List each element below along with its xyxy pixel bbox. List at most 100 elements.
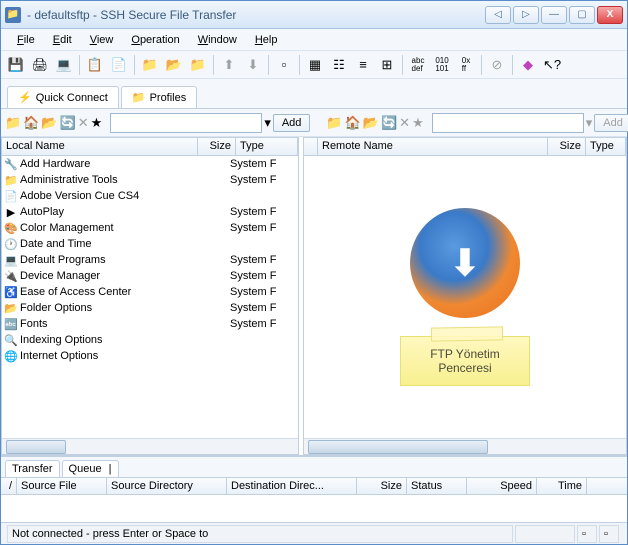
down-arrow-icon[interactable]: ⬇ <box>242 54 264 76</box>
transfer-col-7[interactable]: Time <box>537 478 587 494</box>
transfer-headers: /Source FileSource DirectoryDestination … <box>1 477 627 495</box>
remote-refresh-icon[interactable]: 🔄 <box>381 112 397 134</box>
file-row[interactable]: 🔌Device ManagerSystem F <box>2 268 298 284</box>
view1-icon[interactable]: ▦ <box>304 54 326 76</box>
transfer-col-2[interactable]: Source Directory <box>107 478 227 494</box>
profiles-tab[interactable]: 📁 Profiles <box>121 86 197 108</box>
local-up-icon[interactable]: 📁 <box>5 112 21 134</box>
scrollbar-thumb[interactable] <box>308 440 488 454</box>
copy-icon[interactable]: 📋 <box>84 54 106 76</box>
transfer-col-4[interactable]: Size <box>357 478 407 494</box>
stop-icon[interactable]: ⊘ <box>486 54 508 76</box>
navigation-bar: 📁 🏠 📂 🔄 ✕ ★ ▾ Add 📁 🏠 📂 🔄 ✕ ★ ▾ Add <box>1 109 627 137</box>
menu-window[interactable]: Window <box>190 32 245 48</box>
file-row[interactable]: 🔧Add HardwareSystem F <box>2 156 298 172</box>
file-row[interactable]: 🔍Indexing Options <box>2 332 298 348</box>
connect-icon[interactable]: 💻 <box>53 54 75 76</box>
quick-connect-tab[interactable]: ⚡ Quick Connect <box>7 86 119 108</box>
local-dropdown-icon[interactable]: ▾ <box>264 112 271 134</box>
scrollbar-thumb[interactable] <box>6 440 66 454</box>
view2-icon[interactable]: ☷ <box>328 54 350 76</box>
file-type: System F <box>230 174 276 186</box>
file-type: System F <box>230 222 276 234</box>
folder2-icon[interactable]: 📂 <box>163 54 185 76</box>
file-icon: 📄 <box>4 189 18 203</box>
connection-tabs: ⚡ Quick Connect 📁 Profiles <box>1 79 627 109</box>
menu-file[interactable]: File <box>9 32 43 48</box>
remote-col-size[interactable]: Size <box>548 138 586 155</box>
file-row[interactable]: 🕐Date and Time <box>2 236 298 252</box>
separator <box>134 55 135 75</box>
print-icon[interactable]: 🖨 <box>29 54 51 76</box>
file-row[interactable]: ▶AutoPlaySystem F <box>2 204 298 220</box>
text2-icon[interactable]: 010101 <box>431 54 453 76</box>
local-delete-icon[interactable]: ✕ <box>78 112 89 134</box>
paste-icon[interactable]: 📄 <box>108 54 130 76</box>
help-icon[interactable]: ◆ <box>517 54 539 76</box>
transfer-tab[interactable]: Transfer <box>5 460 60 477</box>
local-col-type[interactable]: Type <box>236 138 298 155</box>
remote-up-icon[interactable]: 📁 <box>326 112 342 134</box>
text1-icon[interactable]: abcdef <box>407 54 429 76</box>
queue-tab[interactable]: Queue | <box>62 460 119 477</box>
whatsthis-icon[interactable]: ↖? <box>541 54 563 76</box>
remote-dropdown-icon[interactable]: ▾ <box>586 112 593 134</box>
transfer-col-5[interactable]: Status <box>407 478 467 494</box>
file-row[interactable]: 🔤FontsSystem F <box>2 316 298 332</box>
file-row[interactable]: 🌐Internet Options <box>2 348 298 364</box>
view3-icon[interactable]: ≡ <box>352 54 374 76</box>
save-icon[interactable]: 💾 <box>5 54 27 76</box>
local-newfolder-icon[interactable]: 📂 <box>41 112 57 134</box>
remote-col-type[interactable]: Type <box>586 138 626 155</box>
remote-newfolder-icon[interactable]: 📂 <box>363 112 379 134</box>
folder3-icon[interactable]: 📁 <box>187 54 209 76</box>
file-name: Color Management <box>20 222 200 234</box>
remote-delete-icon[interactable]: ✕ <box>399 112 410 134</box>
local-star-icon[interactable]: ★ <box>91 112 103 134</box>
menu-view[interactable]: View <box>82 32 122 48</box>
menu-help[interactable]: Help <box>247 32 286 48</box>
local-home-icon[interactable]: 🏠 <box>23 112 39 134</box>
local-col-name[interactable]: Local Name <box>2 138 198 155</box>
prev-btn[interactable]: ◁ <box>485 6 511 24</box>
local-scrollbar[interactable] <box>2 438 298 454</box>
folder1-icon[interactable]: 📁 <box>139 54 161 76</box>
remote-path-input[interactable] <box>432 113 584 133</box>
transfer-col-6[interactable]: Speed <box>467 478 537 494</box>
local-file-list[interactable]: 🔧Add HardwareSystem F📁Administrative Too… <box>2 156 298 438</box>
transfer-section: Transfer Queue | /Source FileSource Dire… <box>1 456 627 522</box>
file-row[interactable]: 📁Administrative ToolsSystem F <box>2 172 298 188</box>
close-btn[interactable]: X <box>597 6 623 24</box>
transfer-col-0[interactable]: / <box>1 478 17 494</box>
file-icon: 🔌 <box>4 269 18 283</box>
file-row[interactable]: 📂Folder OptionsSystem F <box>2 300 298 316</box>
window-icon[interactable]: ▫ <box>273 54 295 76</box>
maximize-btn[interactable]: ▢ <box>569 6 595 24</box>
file-row[interactable]: ♿Ease of Access CenterSystem F <box>2 284 298 300</box>
file-icon: ♿ <box>4 285 18 299</box>
menu-edit[interactable]: Edit <box>45 32 80 48</box>
remote-star-icon[interactable]: ★ <box>412 112 424 134</box>
next-btn[interactable]: ▷ <box>513 6 539 24</box>
file-row[interactable]: 📄Adobe Version Cue CS4 <box>2 188 298 204</box>
up-arrow-icon[interactable]: ⬆ <box>218 54 240 76</box>
transfer-col-1[interactable]: Source File <box>17 478 107 494</box>
file-row[interactable]: 🎨Color ManagementSystem F <box>2 220 298 236</box>
remote-scrollbar[interactable] <box>304 438 626 454</box>
minimize-btn[interactable]: — <box>541 6 567 24</box>
app-window: 📁 - defaultsftp - SSH Secure File Transf… <box>0 0 628 545</box>
remote-col-name[interactable]: Remote Name <box>318 138 548 155</box>
view4-icon[interactable]: ⊞ <box>376 54 398 76</box>
file-name: Default Programs <box>20 254 200 266</box>
text3-icon[interactable]: 0xff <box>455 54 477 76</box>
local-refresh-icon[interactable]: 🔄 <box>60 112 76 134</box>
local-col-size[interactable]: Size <box>198 138 236 155</box>
file-type: System F <box>230 270 276 282</box>
menu-operation[interactable]: Operation <box>123 32 187 48</box>
transfer-col-3[interactable]: Destination Direc... <box>227 478 357 494</box>
local-path-input[interactable] <box>110 113 262 133</box>
remote-home-icon[interactable]: 🏠 <box>345 112 361 134</box>
local-add-button[interactable]: Add <box>273 114 311 132</box>
separator <box>402 55 403 75</box>
file-row[interactable]: 💻Default ProgramsSystem F <box>2 252 298 268</box>
